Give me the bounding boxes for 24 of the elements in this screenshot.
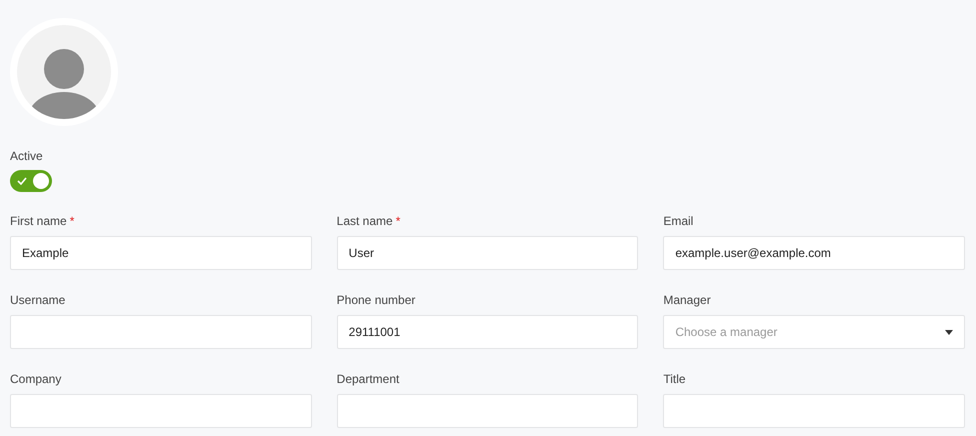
input-field[interactable]	[10, 315, 312, 349]
input-field[interactable]: Example	[10, 236, 312, 270]
input-field[interactable]	[663, 394, 965, 428]
field-label: Email	[663, 214, 694, 228]
active-toggle[interactable]	[10, 170, 52, 192]
avatar-icon[interactable]	[10, 18, 118, 126]
input-field[interactable]	[10, 394, 312, 428]
input-field[interactable]	[336, 394, 638, 428]
caret-icon	[944, 330, 953, 334]
input-field[interactable]: 29111001	[336, 315, 638, 349]
input-field[interactable]: example.user@example.com	[663, 236, 965, 270]
required-marker: *	[70, 214, 74, 228]
field-label: Phone number	[336, 293, 416, 307]
field-label: First name	[10, 214, 67, 228]
field-label: Title	[663, 372, 686, 386]
field-label: Department	[336, 372, 400, 386]
field-label: Active	[10, 149, 44, 163]
check-icon	[17, 177, 27, 185]
field-label: Last name	[336, 214, 393, 228]
field-label: Username	[10, 293, 66, 307]
required-marker: *	[396, 214, 400, 228]
input-field[interactable]: User	[336, 236, 638, 270]
field-label: Manager	[663, 293, 711, 307]
field-label: Company	[10, 372, 62, 386]
